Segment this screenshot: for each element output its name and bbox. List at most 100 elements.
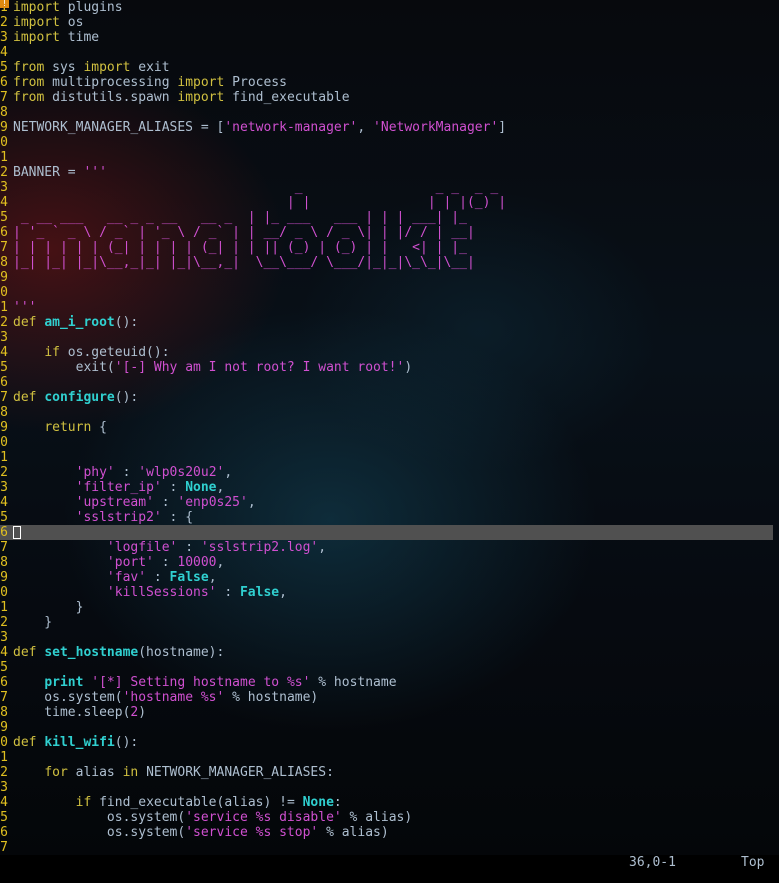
modified-marker-icon: ! <box>0 0 9 8</box>
code-line[interactable]: 45 <box>0 660 773 675</box>
code-line[interactable]: 41 } <box>0 600 773 615</box>
code-line[interactable]: 39 'fav' : False, <box>0 570 773 585</box>
code-line[interactable]: 10 <box>0 135 773 150</box>
code-line[interactable]: 12 BANNER = ''' <box>0 165 773 180</box>
code-line[interactable]: 55 os.system('service %s disable' % alia… <box>0 810 773 825</box>
code-token: , <box>216 480 225 495</box>
code-line[interactable]: 31 <box>0 450 773 465</box>
line-number: 19 <box>0 270 8 285</box>
code-line[interactable]: 14 | | | | |(_) | <box>0 195 773 210</box>
code-token: | '_ ` _ \ / _` | '_ \ / _` | | __/ _ \ … <box>13 225 475 240</box>
code-line[interactable]: 57 <box>0 840 773 855</box>
code-token: ] <box>498 120 507 135</box>
line-number: 7 <box>0 90 8 105</box>
code-text: 'port' : 10000, <box>13 555 224 570</box>
code-line[interactable]: 25 exit('[-] Why am I not root? I want r… <box>0 360 773 375</box>
code-token: | | | | |(_) | <box>13 195 507 210</box>
code-line[interactable]: 33 'filter_ip' : None, <box>0 480 773 495</box>
code-token: |_| |_| |_|\__,_|_| |_|\__,_| \__\___/ \… <box>13 255 475 270</box>
code-line[interactable]: 34 'upstream' : 'enp0s25', <box>0 495 773 510</box>
code-line[interactable]: 15 _ __ ___ __ _ _ __ __ _ | |_ ___ ___ … <box>0 210 773 225</box>
code-text: print '[*] Setting hostname to %s' % hos… <box>13 675 396 690</box>
line-number: 50 <box>0 735 8 750</box>
code-line[interactable]: 29 return { <box>0 420 773 435</box>
code-text: import os <box>13 15 83 30</box>
code-line[interactable]: 11 <box>0 150 773 165</box>
code-line[interactable]: 6 from multiprocessing import Process <box>0 75 773 90</box>
code-token: set_hostname <box>44 645 139 660</box>
code-token: os.system( <box>13 825 186 840</box>
code-line[interactable]: 23 <box>0 330 773 345</box>
line-number: 21 <box>0 300 8 315</box>
code-token: , <box>318 540 327 555</box>
code-line[interactable]: 24 if os.geteuid(): <box>0 345 773 360</box>
code-line[interactable]: 53 <box>0 780 773 795</box>
code-line[interactable]: 2 import os <box>0 15 773 30</box>
code-line[interactable]: 54 if find_executable(alias) != None: <box>0 795 773 810</box>
code-line[interactable]: 27 def configure(): <box>0 390 773 405</box>
code-line[interactable]: 28 <box>0 405 773 420</box>
code-line[interactable]: 44 def set_hostname(hostname): <box>0 645 773 660</box>
line-number: 47 <box>0 690 8 705</box>
line-number: 36 <box>0 525 8 540</box>
code-line[interactable]: 36 <box>0 525 773 540</box>
line-number: 37 <box>0 540 8 555</box>
code-line[interactable]: 35 'sslstrip2' : { <box>0 510 773 525</box>
code-token: import <box>13 15 60 30</box>
code-line[interactable]: 56 os.system('service %s stop' % alias) <box>0 825 773 840</box>
code-line[interactable]: 9 NETWORK_MANAGER_ALIASES = ['network-man… <box>0 120 773 135</box>
code-line[interactable]: 1import plugins <box>0 0 773 15</box>
code-token: find_executable(alias) != <box>91 795 303 810</box>
code-token: 'network-manager' <box>224 120 358 135</box>
code-token: os.geteuid(): <box>59 345 170 360</box>
code-line[interactable]: 52 for alias in NETWORK_MANAGER_ALIASES: <box>0 765 773 780</box>
code-text: | | | | | | (_| | | | | (_| | | || (_) |… <box>13 240 467 255</box>
code-line[interactable]: 4 <box>0 45 773 60</box>
code-token: : <box>333 795 342 810</box>
code-line[interactable]: 37 'logfile' : 'sslstrip2.log', <box>0 540 773 555</box>
code-line[interactable]: 13 _ _ _ _ _ <box>0 180 773 195</box>
code-line[interactable]: 26 <box>0 375 773 390</box>
code-line[interactable]: 22 def am_i_root(): <box>0 315 773 330</box>
code-token: exit( <box>13 360 115 375</box>
code-line[interactable]: 5 from sys import exit <box>0 60 773 75</box>
code-line[interactable]: 51 <box>0 750 773 765</box>
code-text: os.system('hostname %s' % hostname) <box>13 690 318 705</box>
code-token: import <box>13 30 60 45</box>
code-token: None <box>185 480 217 495</box>
code-line[interactable]: 47 os.system('hostname %s' % hostname) <box>0 690 773 705</box>
code-line[interactable]: 16 | '_ ` _ \ / _` | '_ \ / _` | | __/ _ … <box>0 225 773 240</box>
line-number: 3 <box>0 30 8 45</box>
code-line[interactable]: 19 <box>0 270 773 285</box>
code-token: '[*] Setting hostname to %s' <box>91 675 311 690</box>
code-line[interactable]: 49 <box>0 720 773 735</box>
line-number: 15 <box>0 210 8 225</box>
code-line[interactable]: 3 import time <box>0 30 773 45</box>
code-line[interactable]: 38 'port' : 10000, <box>0 555 773 570</box>
code-line[interactable]: 40 'killSessions' : False, <box>0 585 773 600</box>
code-line[interactable]: 30 <box>0 435 773 450</box>
code-line[interactable]: 8 <box>0 105 773 120</box>
code-line[interactable]: 50 def kill_wifi(): <box>0 735 773 750</box>
code-line[interactable]: 42 } <box>0 615 773 630</box>
code-line[interactable]: 43 <box>0 630 773 645</box>
code-token: (): <box>114 315 139 330</box>
code-line[interactable]: 48 time.sleep(2) <box>0 705 773 720</box>
code-line[interactable]: 46 print '[*] Setting hostname to %s' % … <box>0 675 773 690</box>
code-line[interactable]: 17 | | | | | | (_| | | | | (_| | | || (_)… <box>0 240 773 255</box>
vim-editor[interactable]: 1import plugins2import os3import time45f… <box>0 0 779 855</box>
code-line[interactable]: 18 |_| |_| |_|\__,_|_| |_|\__,_| \__\___/… <box>0 255 773 270</box>
code-line[interactable]: 21 ''' <box>0 300 773 315</box>
code-text: from multiprocessing import Process <box>13 75 287 90</box>
code-line[interactable]: 7 from distutils.spawn import find_execut… <box>0 90 773 105</box>
code-token: ''' <box>13 300 37 315</box>
line-number: 44 <box>0 645 8 660</box>
line-number: 46 <box>0 675 8 690</box>
code-line[interactable]: 20 <box>0 285 773 300</box>
code-text: os.system('service %s stop' % alias) <box>13 825 389 840</box>
code-line[interactable]: 32 'phy' : 'wlp0s20u2', <box>0 465 773 480</box>
code-token: _ __ ___ __ _ _ __ __ _ | |_ ___ ___ | |… <box>13 210 467 225</box>
